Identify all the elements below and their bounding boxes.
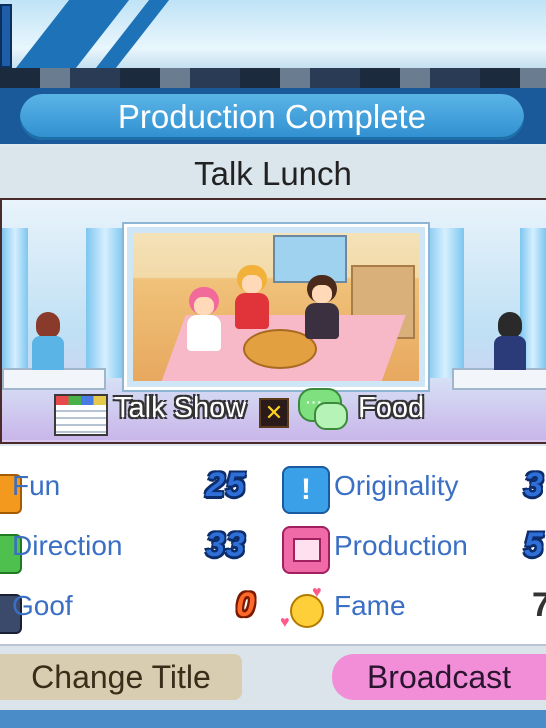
staff-sprite-left xyxy=(28,312,68,372)
stat-label-fun: Fun xyxy=(12,470,61,501)
stat-value-fame: 7 xyxy=(532,586,546,624)
stat-label-goof: Goof xyxy=(12,590,73,621)
stat-label-originality: Originality xyxy=(334,470,459,501)
speech-bubble-icon: ··· xyxy=(298,388,348,430)
studio-pillar xyxy=(2,228,28,378)
banner-strip xyxy=(0,68,546,88)
schedule-calendar-icon xyxy=(54,394,108,436)
stat-row: Fun 25 ! Originality 3 xyxy=(0,458,546,518)
exclamation-icon: ! xyxy=(282,466,330,514)
top-banner xyxy=(0,0,546,88)
stat-row: Direction 33 Production 5 xyxy=(0,518,546,578)
host-sprite xyxy=(231,265,273,331)
broadcast-button[interactable]: Broadcast xyxy=(332,654,546,700)
stat-value-originality: 3 xyxy=(524,466,544,504)
show-title: Talk Lunch xyxy=(0,146,546,198)
x-combo-icon: ✕ xyxy=(259,398,289,428)
stat-label-production: Production xyxy=(334,530,468,561)
subject-label: Food xyxy=(358,392,425,424)
cohost-sprite xyxy=(301,275,343,341)
change-title-button[interactable]: Change Title xyxy=(0,654,242,700)
stat-value-direction: 33 xyxy=(206,526,246,564)
header-bar: Production Complete xyxy=(0,88,546,144)
action-bar: Change Title Broadcast xyxy=(0,646,546,710)
stat-value-production: 5 xyxy=(524,526,544,564)
show-preview-image xyxy=(133,233,419,381)
smiley-hearts-icon: ♥ ♥ xyxy=(280,584,324,631)
stat-row: Goof 0 ♥ ♥ Fame 7 xyxy=(0,578,546,638)
studio-pillar xyxy=(426,228,464,378)
guest-sprite xyxy=(183,287,225,353)
tv-screen-icon xyxy=(282,526,330,574)
bottom-edge xyxy=(0,710,546,728)
show-preview-monitor xyxy=(124,224,428,390)
stat-label-fame: Fame xyxy=(334,590,406,621)
stat-value-goof: 0 xyxy=(236,586,256,624)
page-title: Production Complete xyxy=(20,94,524,140)
genre-label: Talk Show xyxy=(114,392,247,424)
staff-sprite-right xyxy=(490,312,530,372)
genre-bar: Talk Show ✕ ··· Food xyxy=(0,386,546,438)
stat-value-fun: 25 xyxy=(206,466,246,504)
stat-label-direction: Direction xyxy=(12,530,123,561)
studio-pillar xyxy=(86,228,124,378)
menu-tab[interactable] xyxy=(0,4,12,68)
